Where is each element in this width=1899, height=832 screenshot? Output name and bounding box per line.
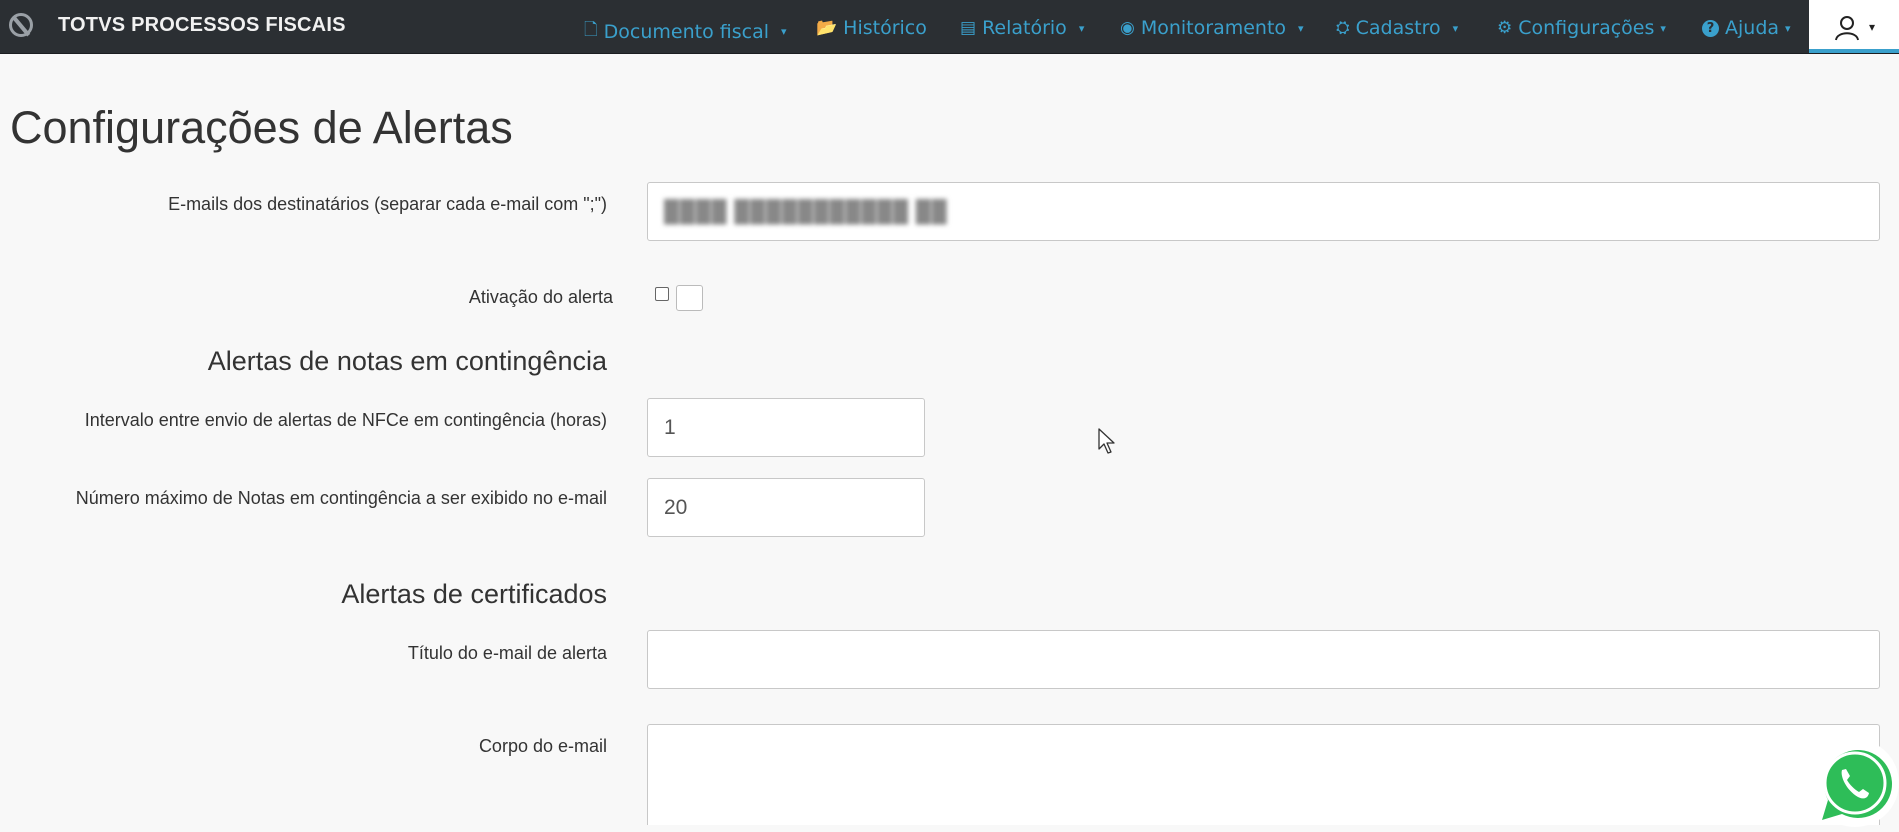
- email-title-label: Título do e-mail de alerta: [407, 643, 607, 663]
- brand-title[interactable]: TOTVS PROCESSOS FISCAIS: [58, 14, 346, 37]
- interval-input[interactable]: 1: [647, 398, 925, 457]
- folder-open-icon: 📂: [816, 18, 838, 38]
- interval-value: 1: [664, 415, 676, 439]
- question-icon: ?: [1702, 19, 1719, 37]
- emails-value: ████ ███████████ ██: [664, 199, 948, 223]
- stamp-icon: ⛭: [1336, 18, 1350, 38]
- caret-down-icon: ▾: [1869, 20, 1876, 34]
- nav-monitoramento[interactable]: ◉ Monitoramento ▾: [1120, 17, 1304, 39]
- mouse-cursor-icon: [1098, 428, 1115, 454]
- nav-documento-fiscal[interactable]: 🗋 Documento fiscal ▾: [584, 17, 787, 46]
- activation-toggle[interactable]: [676, 285, 703, 311]
- nav-label: Relatório: [982, 17, 1067, 39]
- nav-label: Cadastro: [1355, 17, 1441, 39]
- nav-label: Monitoramento: [1140, 17, 1287, 39]
- nav-label: Histórico: [843, 17, 927, 39]
- nav-configuracoes[interactable]: ⚙ Configurações ▾: [1497, 17, 1666, 39]
- page-title: Configurações de Alertas: [10, 102, 513, 153]
- interval-label: Intervalo entre envio de alertas de NFCe…: [84, 410, 607, 430]
- caret-down-icon: ▾: [1078, 21, 1085, 35]
- caret-down-icon: ▾: [1452, 21, 1459, 35]
- section-contingency-heading: Alertas de notas em contingência: [207, 346, 607, 376]
- email-body-label: Corpo do e-mail: [478, 736, 607, 756]
- caret-down-icon: ▾: [1785, 21, 1791, 35]
- caret-down-icon: ▾: [1298, 21, 1304, 35]
- totvs-logo-icon[interactable]: [9, 13, 33, 37]
- user-icon: [1835, 16, 1859, 41]
- active-underline: [1809, 49, 1899, 53]
- emails-label: E-mails dos destinatários (separar cada …: [168, 194, 607, 214]
- list-icon: ▤: [960, 18, 977, 38]
- max-notes-input[interactable]: 20: [647, 478, 925, 537]
- caret-down-icon: ▾: [1660, 21, 1666, 35]
- max-notes-value: 20: [664, 495, 688, 519]
- eye-icon: ◉: [1120, 18, 1135, 38]
- gear-icon: ⚙: [1497, 18, 1513, 38]
- nav-relatorio[interactable]: ▤ Relatório ▾: [960, 17, 1084, 39]
- document-icon: 🗋: [584, 20, 598, 40]
- nav-label: Configurações: [1518, 17, 1655, 39]
- nav-label: Ajuda: [1725, 17, 1780, 39]
- email-body-textarea[interactable]: [647, 724, 1880, 825]
- user-menu[interactable]: ▾: [1809, 0, 1899, 53]
- top-navbar: TOTVS PROCESSOS FISCAIS 🗋 Documento fisc…: [0, 0, 1899, 54]
- nav-label: Documento fiscal: [603, 20, 770, 43]
- email-title-input[interactable]: [647, 630, 1880, 689]
- activation-checkbox[interactable]: [655, 287, 669, 301]
- nav-ajuda[interactable]: ? Ajuda ▾: [1702, 17, 1791, 39]
- caret-down-icon: ▾: [781, 25, 787, 38]
- activation-label: Ativação do alerta: [468, 287, 613, 307]
- whatsapp-icon[interactable]: [1806, 734, 1899, 832]
- nav-historico[interactable]: 📂 Histórico: [816, 17, 927, 39]
- nav-cadastro[interactable]: ⛭ Cadastro ▾: [1336, 17, 1458, 39]
- max-notes-label: Número máximo de Notas em contingência a…: [75, 488, 607, 508]
- section-certificates-heading: Alertas de certificados: [341, 579, 607, 609]
- emails-input[interactable]: ████ ███████████ ██: [647, 182, 1880, 241]
